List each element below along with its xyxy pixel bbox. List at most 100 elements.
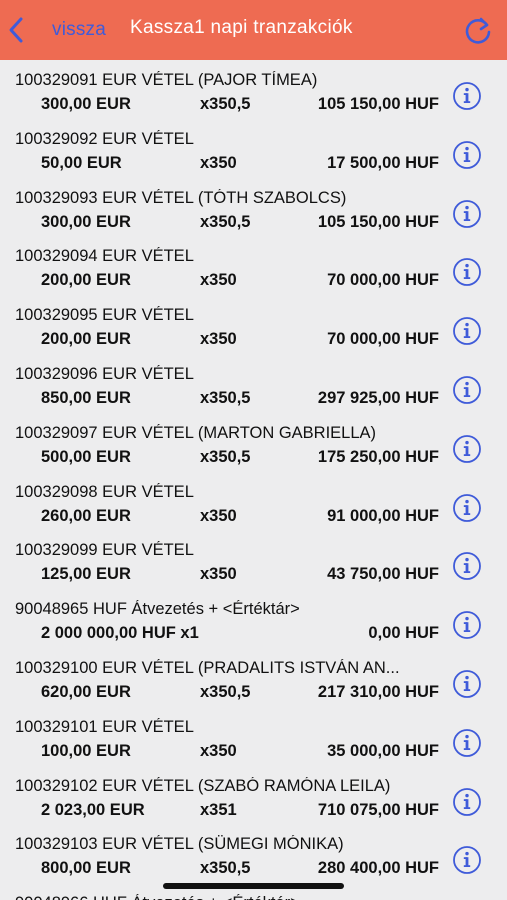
- transaction-rate: x350,5: [200, 212, 251, 231]
- transaction-total: 17 500,00 HUF: [327, 153, 439, 172]
- transaction-rate: x350: [200, 506, 237, 525]
- transaction-row[interactable]: 100329093 EUR VÉTEL (TÓTH SZABOLCS) 300,0…: [0, 180, 507, 239]
- transaction-total: 217 310,00 HUF: [317, 682, 439, 701]
- info-button[interactable]: [452, 551, 482, 581]
- transaction-rate: x351: [200, 800, 237, 819]
- info-button[interactable]: [452, 375, 482, 405]
- transaction-title: 100329093 EUR VÉTEL (TÓTH SZABOLCS): [15, 188, 347, 207]
- transaction-total: 175 250,00 HUF: [317, 447, 439, 466]
- transaction-title: 100329099 EUR VÉTEL: [15, 541, 194, 560]
- info-icon: [453, 317, 481, 346]
- transaction-title: 100329103 EUR VÉTEL (SÜMEGI MÓNIKA): [15, 835, 344, 854]
- info-icon: [453, 493, 481, 522]
- transaction-title: 100329091 EUR VÉTEL (PAJOR TÍMEA): [15, 71, 318, 89]
- transaction-rate: x350: [200, 330, 237, 349]
- info-button[interactable]: [452, 610, 482, 640]
- info-icon: [453, 728, 481, 757]
- transaction-row[interactable]: 100329097 EUR VÉTEL (MARTON GABRIELLA) 50…: [0, 415, 507, 474]
- transaction-total: 70 000,00 HUF: [327, 271, 439, 290]
- transaction-total: 91 000,00 HUF: [327, 506, 439, 525]
- back-button[interactable]: vissza: [4, 12, 106, 48]
- transaction-rate: x350: [200, 741, 237, 760]
- transaction-total: 280 400,00 HUF: [317, 859, 439, 878]
- info-icon: [453, 846, 481, 875]
- transaction-title: 90048966 HUF Átvezetés + <Értéktár>: [15, 894, 453, 900]
- back-label: vissza: [52, 19, 106, 40]
- transaction-amount: 300,00 EUR: [41, 212, 131, 231]
- info-icon: [453, 199, 481, 228]
- home-indicator: [163, 883, 344, 889]
- info-button[interactable]: [452, 669, 482, 699]
- info-icon: [453, 258, 481, 287]
- info-button[interactable]: [452, 845, 482, 875]
- transaction-amount: 2 000 000,00 HUF x1: [41, 624, 199, 643]
- transaction-title: 100329097 EUR VÉTEL (MARTON GABRIELLA): [15, 423, 377, 442]
- transaction-amount: 125,00 EUR: [41, 565, 131, 584]
- transaction-title: 100329098 EUR VÉTEL: [15, 482, 194, 501]
- transaction-rate: x350: [200, 271, 237, 290]
- transaction-row[interactable]: 100329103 EUR VÉTEL (SÜMEGI MÓNIKA) 800,0…: [0, 826, 507, 885]
- info-button[interactable]: [452, 316, 482, 346]
- transaction-row[interactable]: 100329092 EUR VÉTEL 50,00 EUR x350 17 500,0…: [0, 121, 507, 180]
- info-button[interactable]: [452, 434, 482, 464]
- transaction-row[interactable]: 100329102 EUR VÉTEL (SZABÓ RAMÓNA LEILA)…: [0, 768, 507, 827]
- info-icon: [453, 787, 481, 816]
- refresh-icon: [465, 17, 491, 44]
- transaction-amount: 200,00 EUR: [41, 330, 131, 349]
- info-icon: [453, 611, 481, 640]
- transaction-rate: x350,5: [200, 859, 251, 878]
- transaction-total: 710 075,00 HUF: [317, 800, 439, 819]
- transaction-row[interactable]: 100329099 EUR VÉTEL 125,00 EUR x350 43 750,…: [0, 532, 507, 591]
- transaction-row[interactable]: 100329094 EUR VÉTEL 200,00 EUR x350 70 000,…: [0, 238, 507, 297]
- transaction-total: 43 750,00 HUF: [327, 565, 439, 584]
- transaction-amount: 620,00 EUR: [41, 682, 131, 701]
- transaction-amount: 100,00 EUR: [41, 741, 131, 760]
- transaction-title: 100329101 EUR VÉTEL: [15, 717, 194, 736]
- transaction-row[interactable]: 100329091 EUR VÉTEL (PAJOR TÍMEA) 300,00 …: [0, 62, 507, 121]
- transaction-list[interactable]: 100329091 EUR VÉTEL (PAJOR TÍMEA) 300,00 …: [0, 62, 507, 900]
- info-button[interactable]: [452, 257, 482, 287]
- navigation-bar: vissza Kassza1 napi tranzakciók: [0, 0, 507, 60]
- transaction-rate: x350,5: [200, 95, 251, 113]
- info-button[interactable]: [452, 199, 482, 229]
- transaction-amount: 300,00 EUR: [41, 95, 131, 113]
- transaction-amount: 850,00 EUR: [41, 388, 131, 407]
- transaction-rate: x350,5: [200, 447, 251, 466]
- transaction-row[interactable]: 90048965 HUF Átvezetés + <Értéktár> 2 000…: [0, 591, 507, 650]
- transaction-title: 100329100 EUR VÉTEL (PRADALITS ISTVÁN AN…: [15, 658, 400, 677]
- transaction-row[interactable]: 100329098 EUR VÉTEL 260,00 EUR x350 91 000,…: [0, 474, 507, 533]
- transaction-amount: 50,00 EUR: [41, 153, 122, 172]
- transaction-amount: 500,00 EUR: [41, 447, 131, 466]
- info-icon: [453, 670, 481, 698]
- transaction-title: 100329092 EUR VÉTEL: [15, 129, 194, 148]
- transaction-rate: x350,5: [200, 682, 251, 701]
- info-button[interactable]: [452, 728, 482, 758]
- transaction-total: 35 000,00 HUF: [327, 741, 439, 760]
- transaction-amount: 800,00 EUR: [41, 859, 131, 878]
- transaction-title: 100329096 EUR VÉTEL: [15, 364, 194, 383]
- transaction-total: 70 000,00 HUF: [327, 330, 439, 349]
- info-button[interactable]: [452, 493, 482, 523]
- transaction-total: 105 150,00 HUF: [317, 95, 439, 113]
- info-icon: [453, 140, 481, 169]
- transaction-total: 297 925,00 HUF: [317, 388, 439, 407]
- info-button[interactable]: [452, 787, 482, 817]
- refresh-button[interactable]: [462, 14, 494, 46]
- chevron-left-icon: [9, 17, 23, 43]
- info-icon: [453, 434, 481, 463]
- info-icon: [453, 552, 481, 581]
- transaction-rate: x350: [200, 565, 237, 584]
- transaction-row[interactable]: 100329100 EUR VÉTEL (PRADALITS ISTVÁN AN…: [0, 650, 507, 709]
- transaction-total: 0,00 HUF: [368, 624, 439, 643]
- transaction-amount: 200,00 EUR: [41, 271, 131, 290]
- transaction-title: 100329102 EUR VÉTEL (SZABÓ RAMÓNA LEILA): [15, 776, 391, 795]
- transaction-total: 105 150,00 HUF: [317, 212, 439, 231]
- transaction-row[interactable]: 100329096 EUR VÉTEL 850,00 EUR x350,5 297 9…: [0, 356, 507, 415]
- info-button[interactable]: [452, 81, 482, 111]
- transaction-rate: x350,5: [200, 388, 251, 407]
- info-button[interactable]: [452, 140, 482, 170]
- transaction-title: 90048965 HUF Átvezetés + <Értéktár>: [15, 600, 300, 619]
- transaction-row[interactable]: 100329101 EUR VÉTEL 100,00 EUR x350 35 000,…: [0, 709, 507, 768]
- transaction-row[interactable]: 100329095 EUR VÉTEL 200,00 EUR x350 70 000,…: [0, 297, 507, 356]
- transaction-rate: x350: [200, 153, 237, 172]
